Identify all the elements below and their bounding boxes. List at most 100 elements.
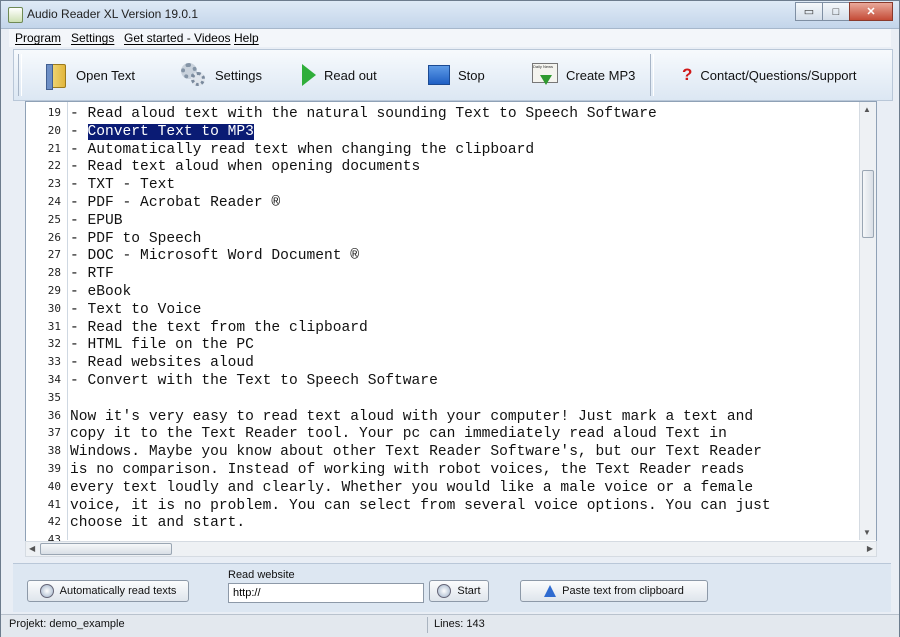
vertical-scrollbar[interactable]: ▲ ▼ bbox=[859, 102, 876, 540]
menu-settings[interactable]: Settings bbox=[71, 31, 114, 45]
up-arrow-icon bbox=[544, 585, 557, 597]
paste-label: Paste text from clipboard bbox=[562, 585, 684, 597]
text-line: - eBook bbox=[70, 284, 132, 300]
stop-icon bbox=[428, 65, 450, 85]
vertical-scroll-thumb[interactable] bbox=[862, 170, 874, 238]
minimize-button[interactable]: ▭ bbox=[795, 2, 823, 21]
menu-program[interactable]: Program bbox=[15, 31, 61, 45]
text-line: - Read aloud text with the natural sound… bbox=[70, 106, 657, 122]
download-news-icon: Daily News bbox=[532, 63, 558, 87]
scroll-right-arrow-icon[interactable]: ▶ bbox=[867, 544, 873, 553]
settings-button[interactable]: Settings bbox=[179, 60, 262, 90]
line-number: 22 bbox=[47, 159, 61, 173]
line-number: 30 bbox=[47, 301, 61, 315]
contact-support-button[interactable]: ? Contact/Questions/Support bbox=[682, 60, 856, 90]
text-line: - DOC - Microsoft Word Document ® bbox=[70, 248, 360, 265]
text-line: voice, it is no problem. You can select … bbox=[70, 497, 771, 514]
website-url-input[interactable] bbox=[228, 583, 424, 603]
line-number: 25 bbox=[47, 212, 61, 226]
selected-text[interactable]: Convert Text to MP3 bbox=[87, 123, 254, 140]
open-text-button[interactable]: Open Text bbox=[44, 60, 135, 90]
text-line: choose it and start. bbox=[70, 515, 246, 532]
create-mp3-label: Create MP3 bbox=[566, 67, 636, 83]
read-website-label: Read website bbox=[228, 569, 295, 581]
line-number: 40 bbox=[47, 479, 61, 493]
horizontal-scrollbar[interactable]: ◀ ▶ bbox=[25, 541, 877, 557]
menu-get-started-videos[interactable]: Get started - Videos bbox=[124, 31, 231, 45]
text-line: - EPUB bbox=[70, 212, 123, 229]
book-icon bbox=[44, 62, 68, 90]
line-number: 42 bbox=[47, 515, 61, 529]
paste-from-clipboard-button[interactable]: Paste text from clipboard bbox=[520, 580, 708, 602]
text-line: - RTF bbox=[70, 266, 114, 283]
close-button[interactable]: ✕ bbox=[849, 2, 893, 21]
bottom-panel: Automatically read texts Read website St… bbox=[13, 563, 891, 612]
stop-label: Stop bbox=[458, 67, 485, 83]
line-number: 28 bbox=[47, 266, 61, 280]
app-icon bbox=[8, 7, 23, 23]
text-line: every text loudly and clearly. Whether y… bbox=[70, 479, 754, 496]
globe-icon bbox=[437, 584, 452, 598]
text-line: Windows. Maybe you know about other Text… bbox=[70, 444, 762, 461]
menu-help[interactable]: Help bbox=[234, 31, 259, 45]
line-number: 31 bbox=[47, 319, 61, 333]
line-number: 27 bbox=[47, 248, 61, 262]
line-number: 38 bbox=[47, 444, 61, 458]
read-out-label: Read out bbox=[324, 67, 377, 83]
text-line: - Read websites aloud bbox=[70, 355, 254, 372]
text-line: - TXT - Text bbox=[70, 177, 176, 194]
line-number: 21 bbox=[47, 141, 61, 155]
status-line-count: Lines: 143 bbox=[434, 618, 485, 630]
toolbar-grip bbox=[18, 54, 22, 96]
line-number: 26 bbox=[47, 230, 61, 244]
text-line: - Text to Voice bbox=[70, 301, 202, 318]
line-number: 24 bbox=[47, 195, 61, 208]
read-out-button[interactable]: Read out bbox=[302, 60, 377, 90]
maximize-button[interactable]: □ bbox=[822, 2, 850, 21]
line-number: 36 bbox=[47, 408, 61, 422]
open-text-label: Open Text bbox=[76, 67, 136, 83]
menu-bar: Program Settings Get started - Videos He… bbox=[9, 29, 891, 47]
status-project: Projekt: demo_example bbox=[9, 618, 125, 630]
horizontal-scroll-thumb[interactable] bbox=[40, 543, 172, 555]
text-line: - Read the text from the clipboard bbox=[70, 319, 368, 336]
create-mp3-button[interactable]: Daily News Create MP3 bbox=[532, 60, 635, 90]
line-prefix: - bbox=[70, 123, 88, 140]
start-button[interactable]: Start bbox=[429, 580, 489, 602]
stop-button[interactable]: Stop bbox=[428, 60, 485, 90]
line-number: 19 bbox=[47, 106, 61, 119]
auto-read-texts-button[interactable]: Automatically read texts bbox=[27, 580, 189, 602]
line-number: 34 bbox=[47, 373, 61, 386]
play-icon bbox=[302, 64, 316, 86]
line-number: 29 bbox=[47, 284, 61, 297]
scroll-up-arrow-icon[interactable]: ▲ bbox=[863, 105, 871, 114]
text-line: - PDF - Acrobat Reader ® bbox=[70, 195, 281, 211]
line-number: 32 bbox=[47, 337, 61, 351]
line-number: 37 bbox=[47, 426, 61, 440]
text-line: copy it to the Text Reader tool. Your pc… bbox=[70, 426, 727, 443]
text-line: - Read text aloud when opening documents bbox=[70, 159, 421, 176]
line-number-gutter: 19 20 21 22 23 24 25 26 27 28 29 30 31 32 33 34 35 36 37 38… bbox=[26, 102, 68, 546]
text-line: Now it's very easy to read text aloud wi… bbox=[70, 408, 754, 425]
text-line: - PDF to Speech bbox=[70, 230, 202, 247]
auto-read-label: Automatically read texts bbox=[59, 585, 177, 597]
text-line: - HTML file on the PC bbox=[70, 337, 254, 354]
gear-icon bbox=[179, 61, 207, 89]
window-controls: ▭ □ ✕ bbox=[795, 2, 893, 21]
toolbar: Open Text Settings Read out Stop Daily N… bbox=[13, 49, 893, 101]
line-number: 35 bbox=[47, 390, 61, 404]
text-line: - Convert Text to MP3 bbox=[70, 123, 254, 141]
text-line: - Convert with the Text to Speech Softwa… bbox=[70, 373, 438, 389]
app-window: Audio Reader XL Version 19.0.1 ▭ □ ✕ Pro… bbox=[0, 0, 900, 637]
toolbar-separator bbox=[650, 54, 654, 96]
scroll-down-arrow-icon[interactable]: ▼ bbox=[863, 528, 871, 537]
line-number: 23 bbox=[47, 177, 61, 191]
text-editor[interactable]: 19 20 21 22 23 24 25 26 27 28 29 30 31 32 33 34 35 36 37 38… bbox=[25, 101, 877, 546]
question-icon: ? bbox=[682, 65, 693, 84]
editor-text-area[interactable]: - Read aloud text with the natural sound… bbox=[70, 102, 860, 540]
scroll-left-arrow-icon[interactable]: ◀ bbox=[29, 544, 35, 553]
line-number: 33 bbox=[47, 355, 61, 369]
status-separator bbox=[427, 617, 428, 633]
line-number: 20 bbox=[47, 123, 61, 137]
title-bar: Audio Reader XL Version 19.0.1 ▭ □ ✕ bbox=[1, 1, 899, 29]
